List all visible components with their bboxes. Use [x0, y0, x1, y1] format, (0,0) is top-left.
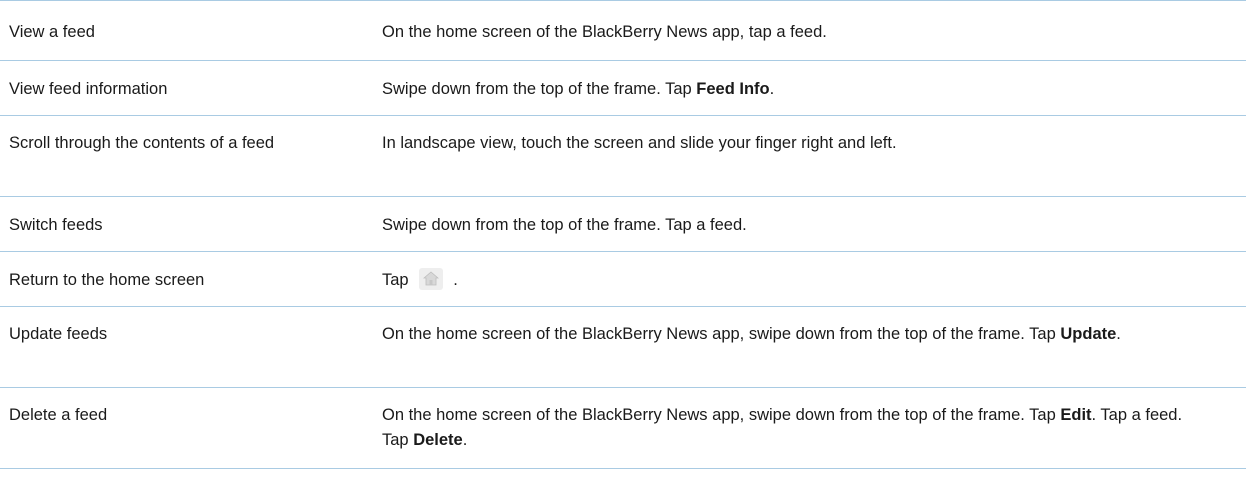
table-row: View feed information Swipe down from th… [0, 61, 1246, 116]
action-cell: On the home screen of the BlackBerry New… [382, 23, 827, 41]
action-cell: On the home screen of the BlackBerry New… [382, 325, 1121, 343]
table-row: Return to the home screen Tap . [0, 252, 1246, 307]
action-cell: Swipe down from the top of the frame. Ta… [382, 80, 775, 98]
table-row: Scroll through the contents of a feed In… [0, 116, 1246, 197]
task-cell: View a feed [9, 23, 95, 41]
table-row: Switch feeds Swipe down from the top of … [0, 197, 1246, 252]
task-cell: Update feeds [9, 325, 108, 343]
home-icon [418, 268, 443, 290]
table-row: View a feed On the home screen of the Bl… [0, 1, 1246, 61]
task-cell: Delete a feed [9, 406, 108, 424]
table-row: Update feeds On the home screen of the B… [0, 307, 1246, 388]
task-cell: View feed information [9, 80, 168, 98]
action-cell: Swipe down from the top of the frame. Ta… [382, 216, 747, 234]
feed-tasks-table: View a feed On the home screen of the Bl… [0, 0, 1246, 469]
task-cell: Return to the home screen [9, 271, 205, 289]
action-cell: Tap . [368, 268, 1246, 306]
action-cell: In landscape view, touch the screen and … [382, 134, 897, 152]
task-cell: Scroll through the contents of a feed [9, 134, 275, 152]
task-cell: Switch feeds [9, 216, 103, 234]
action-cell: On the home screen of the BlackBerry New… [382, 406, 1183, 449]
table-row: Delete a feed On the home screen of the … [0, 388, 1246, 469]
